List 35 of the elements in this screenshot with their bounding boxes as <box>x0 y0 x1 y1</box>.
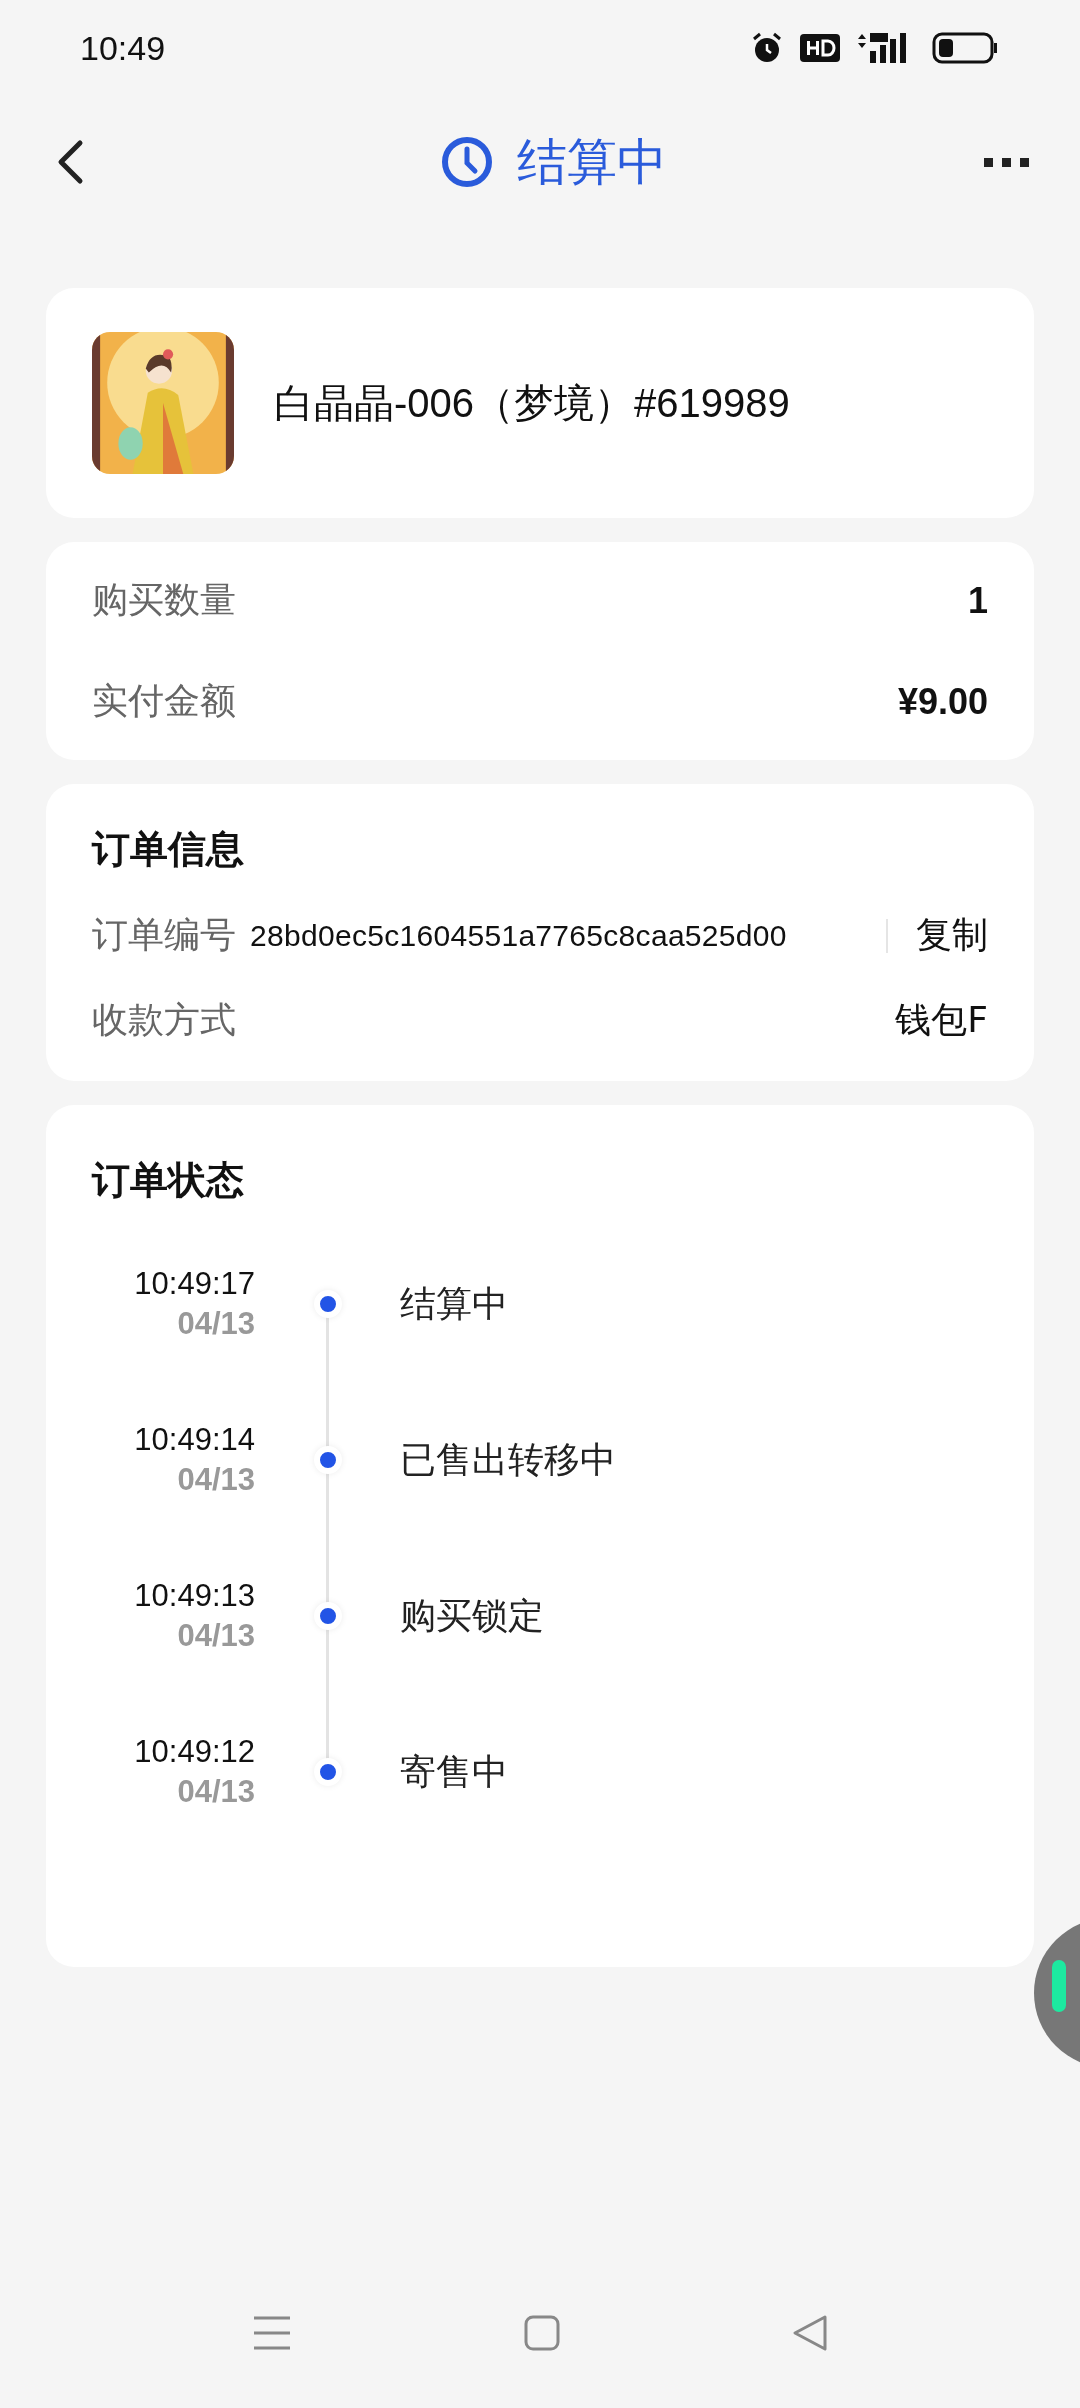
field-label: 收款方式 <box>92 998 236 1042</box>
event-status: 购买锁定 <box>400 1593 545 1638</box>
event-time: 10:49:13 <box>134 1578 255 1614</box>
event-status: 已售出转移中 <box>400 1437 617 1482</box>
back-icon[interactable] <box>56 139 84 185</box>
product-name: 白晶晶-006（梦境）#619989 <box>274 379 790 427</box>
event-status: 结算中 <box>400 1281 509 1326</box>
event-date: 04/13 <box>177 1462 255 1498</box>
more-icon[interactable] <box>984 156 1030 168</box>
field-label: 购买数量 <box>92 578 236 622</box>
home-icon[interactable] <box>524 2315 560 2351</box>
event-date: 04/13 <box>177 1306 255 1342</box>
event-time: 10:49:17 <box>134 1266 255 1302</box>
field-label: 订单编号 <box>92 913 236 957</box>
alarm-icon <box>750 31 784 65</box>
event-time: 10:49:12 <box>134 1734 255 1770</box>
back-nav-icon[interactable] <box>792 2314 828 2352</box>
field-value: ¥9.00 <box>897 680 988 723</box>
menu-icon[interactable] <box>252 2315 292 2351</box>
order-number: 28bd0ec5c1604551a7765c8caa525d00 <box>250 918 787 953</box>
battery-icon <box>932 32 998 64</box>
page-title: 结算中 <box>517 131 667 193</box>
status-time: 10:49 <box>80 28 166 68</box>
event-date: 04/13 <box>177 1618 255 1654</box>
field-label: 实付金额 <box>92 679 236 723</box>
field-value: 钱包F <box>895 998 988 1042</box>
section-title: 订单信息 <box>92 826 245 873</box>
event-date: 04/13 <box>177 1774 255 1810</box>
event-time: 10:49:14 <box>134 1422 255 1458</box>
copy-button[interactable]: 复制 <box>916 911 988 960</box>
field-value: 1 <box>967 579 988 622</box>
hd-icon <box>800 34 840 62</box>
clock-icon <box>441 136 493 188</box>
event-status: 寄售中 <box>400 1749 509 1794</box>
section-title: 订单状态 <box>92 1158 244 1202</box>
